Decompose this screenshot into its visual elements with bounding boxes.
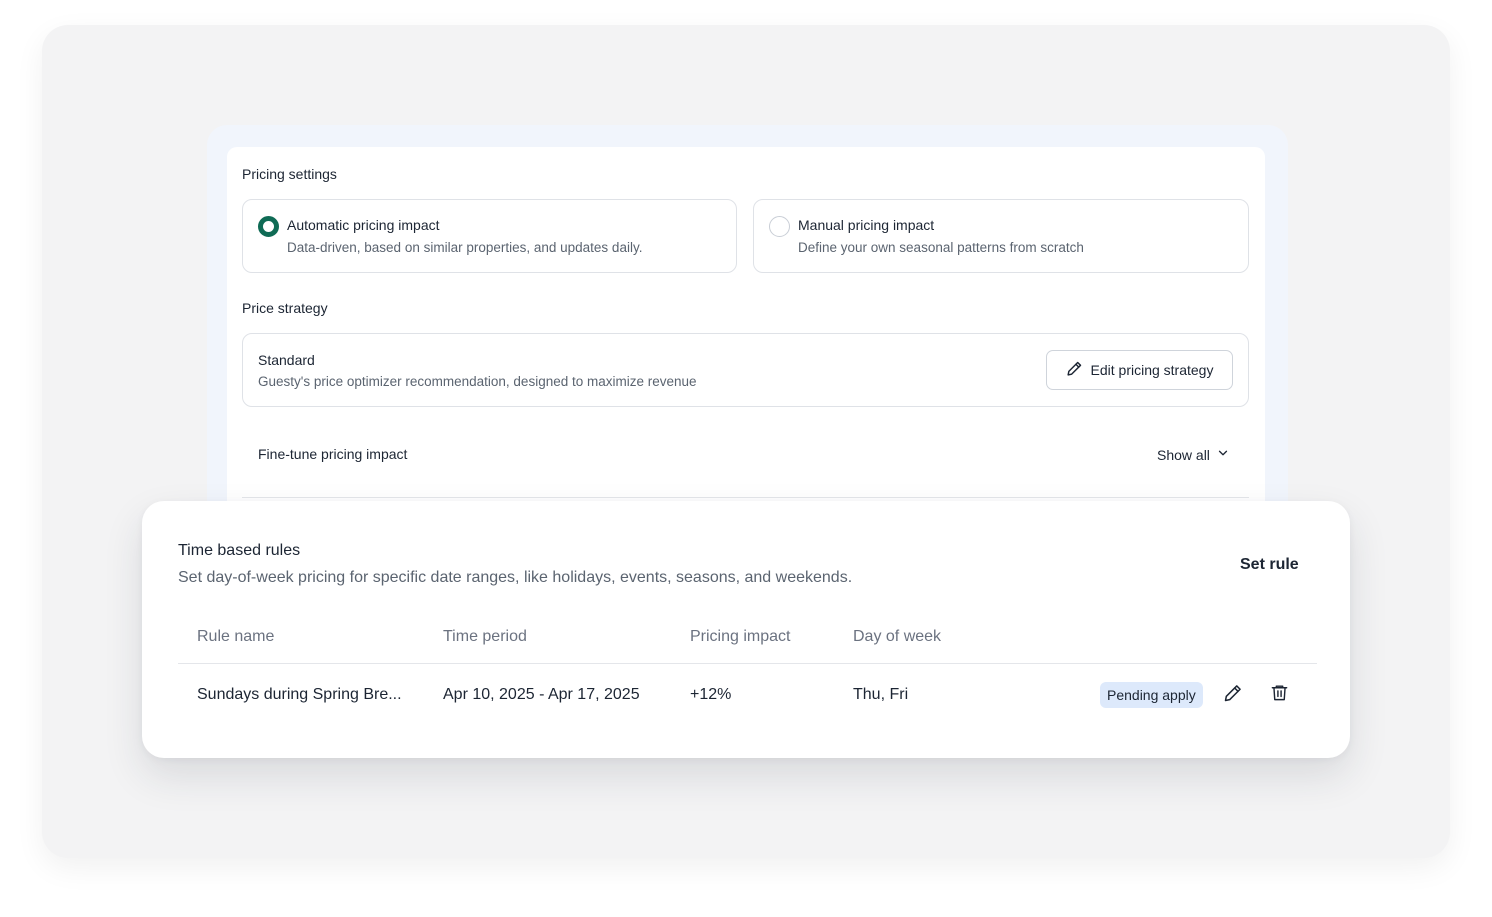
edit-pricing-strategy-label: Edit pricing strategy	[1090, 362, 1214, 378]
rules-title: Time based rules	[178, 542, 301, 559]
option-description: Define your own seasonal patterns from s…	[798, 240, 1084, 255]
column-header-rule-name[interactable]: Rule name	[197, 628, 274, 646]
option-title: Manual pricing impact	[798, 217, 935, 233]
pencil-icon	[1223, 683, 1243, 708]
price-strategy-card: Standard Guesty's price optimizer recomm…	[242, 333, 1249, 407]
table-divider	[178, 663, 1317, 664]
fine-tune-label: Fine-tune pricing impact	[258, 446, 408, 462]
chevron-down-icon	[1216, 446, 1230, 463]
show-all-label: Show all	[1157, 446, 1210, 463]
edit-pricing-strategy-button[interactable]: Edit pricing strategy	[1046, 350, 1233, 390]
time-based-rules-card: Time based rules Set day-of-week pricing…	[142, 501, 1350, 758]
column-header-day-of-week[interactable]: Day of week	[853, 628, 941, 646]
status-badge: Pending apply	[1100, 682, 1203, 708]
strategy-description: Guesty's price optimizer recommendation,…	[258, 374, 697, 389]
day-of-week-cell: Thu, Fri	[853, 686, 909, 703]
trash-icon	[1270, 683, 1289, 707]
rule-name-cell: Sundays during Spring Bre...	[197, 686, 402, 703]
manual-pricing-option[interactable]: Manual pricing impact Define your own se…	[753, 199, 1249, 273]
option-title: Automatic pricing impact	[287, 217, 440, 233]
delete-rule-button[interactable]	[1267, 683, 1291, 707]
edit-rule-button[interactable]	[1221, 683, 1245, 707]
radio-unselected-icon[interactable]	[769, 216, 790, 237]
show-all-toggle[interactable]: Show all	[1157, 446, 1230, 463]
price-strategy-title: Price strategy	[242, 300, 328, 316]
set-rule-button[interactable]: Set rule	[1240, 556, 1299, 574]
column-header-pricing-impact[interactable]: Pricing impact	[690, 628, 790, 646]
option-description: Data-driven, based on similar properties…	[287, 240, 643, 255]
rules-description: Set day-of-week pricing for specific dat…	[178, 569, 853, 586]
pencil-icon	[1066, 360, 1083, 380]
radio-selected-icon[interactable]	[258, 216, 279, 237]
divider	[242, 497, 1249, 498]
strategy-name: Standard	[258, 352, 315, 368]
pricing-impact-cell: +12%	[690, 686, 732, 703]
time-period-cell: Apr 10, 2025 - Apr 17, 2025	[443, 686, 640, 703]
pricing-settings-title: Pricing settings	[242, 166, 337, 182]
automatic-pricing-option[interactable]: Automatic pricing impact Data-driven, ba…	[242, 199, 737, 273]
column-header-time-period[interactable]: Time period	[443, 628, 527, 646]
